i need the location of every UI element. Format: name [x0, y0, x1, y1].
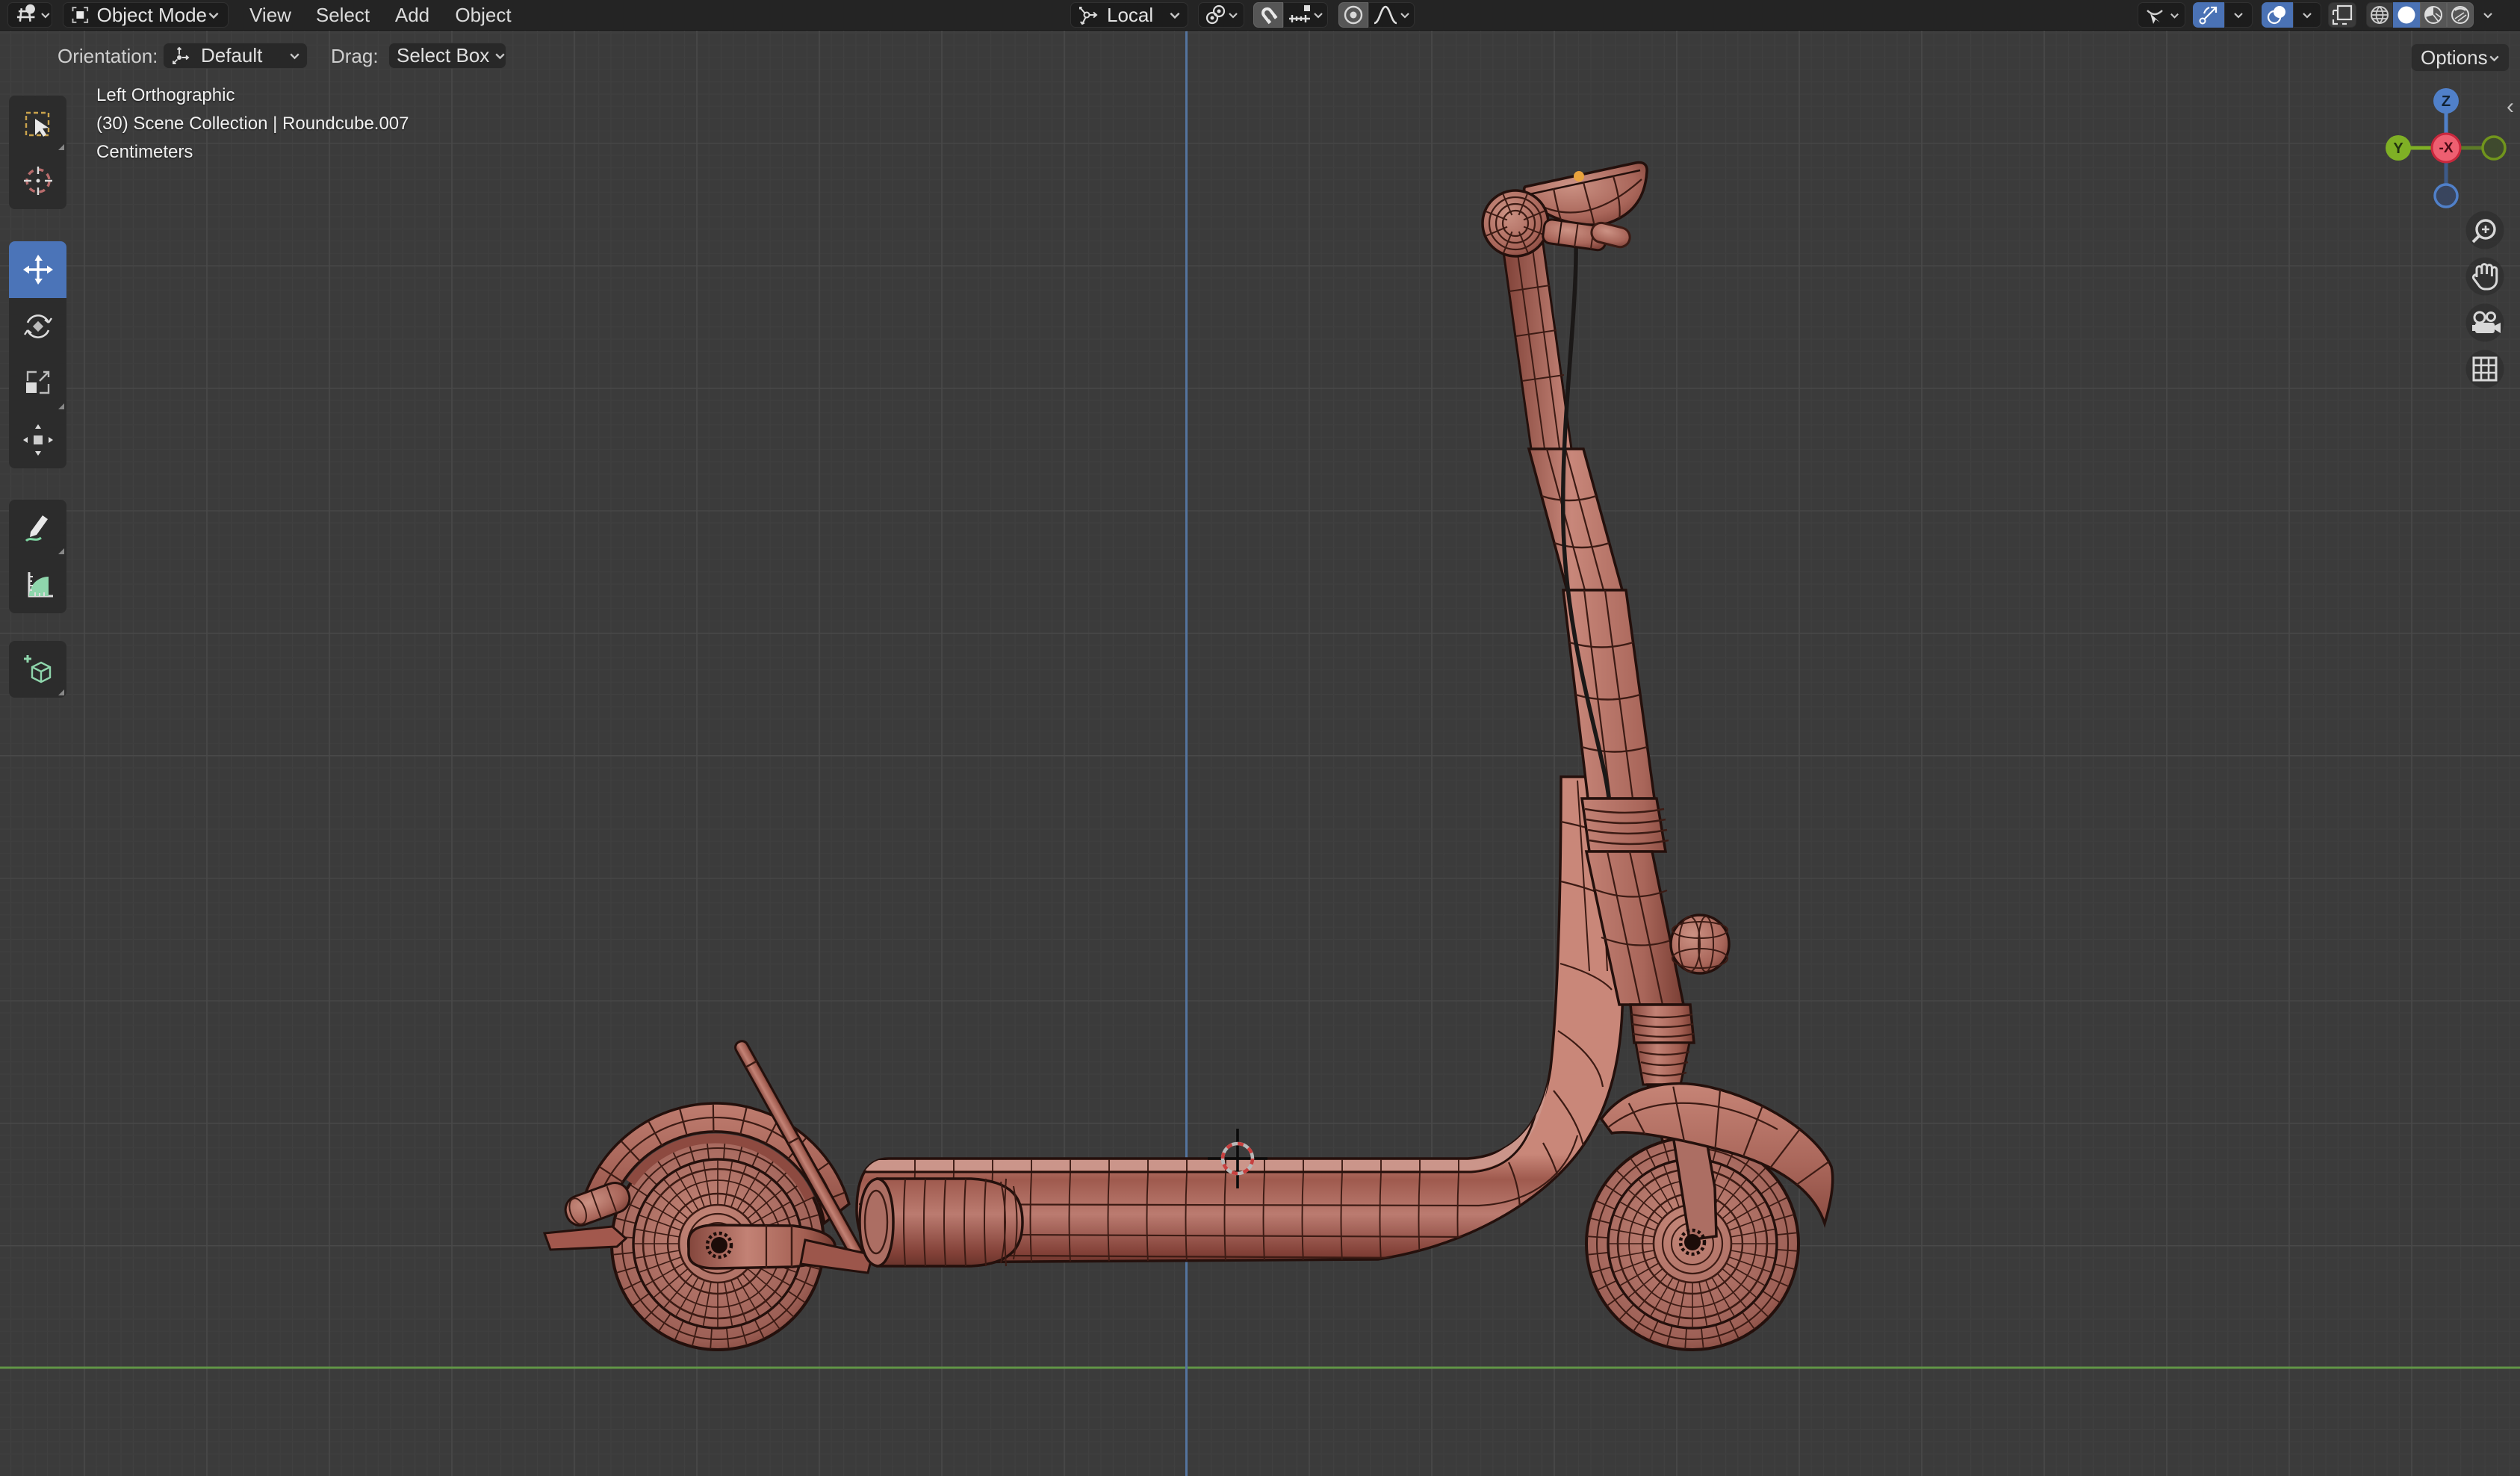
svg-text:-X: -X [2439, 140, 2454, 156]
svg-text:Y: Y [2393, 140, 2403, 157]
svg-text:Z: Z [2442, 93, 2451, 110]
